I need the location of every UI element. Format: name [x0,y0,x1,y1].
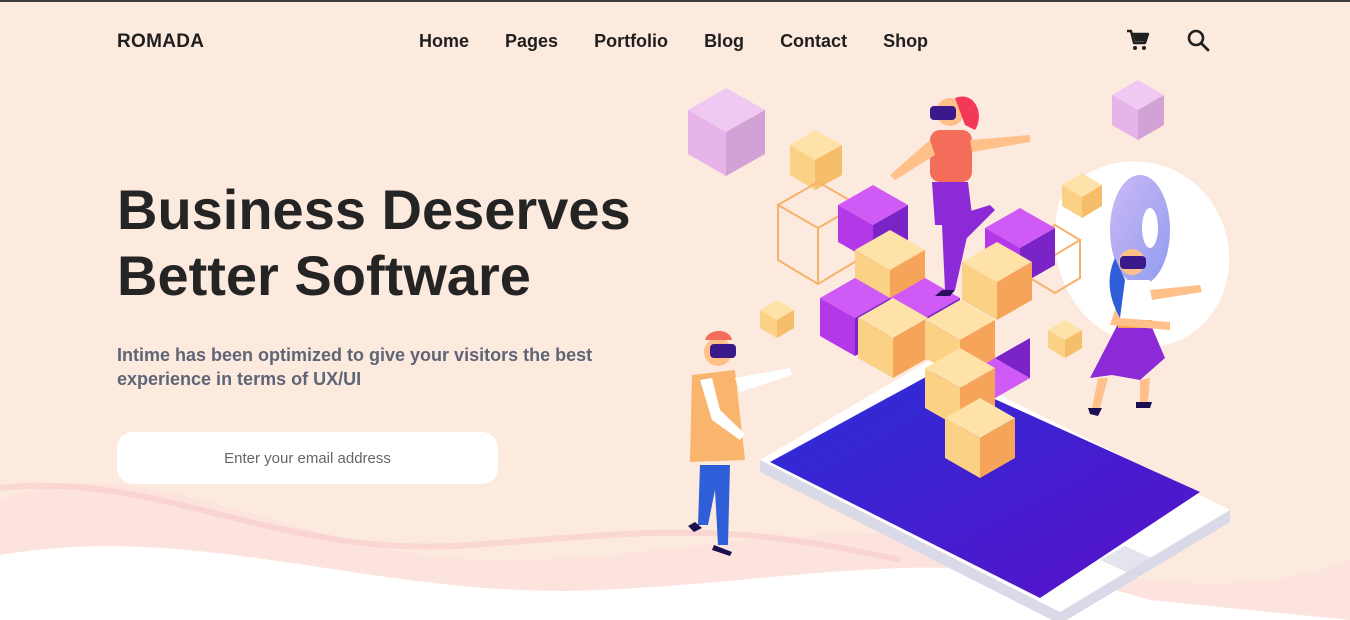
hero-title-line1: Business Deserves [117,178,631,241]
nav-shop[interactable]: Shop [883,31,928,52]
hero-illustration [688,80,1230,620]
nav-pages[interactable]: Pages [505,31,558,52]
nav-blog[interactable]: Blog [704,31,744,52]
nav-home[interactable]: Home [419,31,469,52]
search-icon[interactable] [1186,28,1212,54]
email-input[interactable] [117,432,498,484]
cart-icon[interactable] [1126,28,1152,54]
nav-contact[interactable]: Contact [780,31,847,52]
hero-subtitle: Intime has been optimized to give your v… [117,345,593,389]
nav-portfolio[interactable]: Portfolio [594,31,668,52]
hero-title-line2: Better Software [117,244,531,307]
main-nav: Home Pages Portfolio Blog Contact Shop [419,31,964,52]
brand-logo[interactable]: ROMADA [117,31,204,53]
hero-title: Business Deserves Better Software [117,177,677,309]
